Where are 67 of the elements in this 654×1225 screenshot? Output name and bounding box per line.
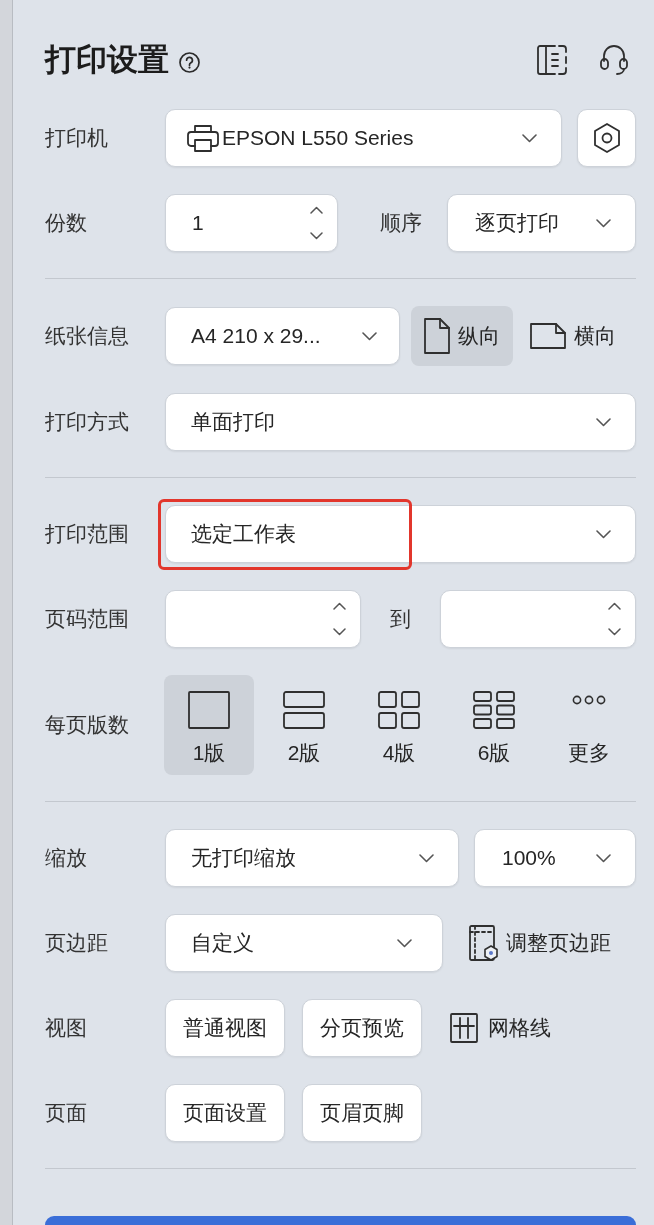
dropdown[interactable]: 100%: [474, 829, 636, 887]
chevron-down-icon: [397, 938, 412, 948]
dropdown[interactable]: 选定工作表: [165, 505, 636, 563]
chevron-down-icon: [362, 331, 377, 341]
landscape-page-icon: [530, 323, 566, 349]
grid-icon: [450, 1013, 478, 1043]
field-label: 页面: [45, 1100, 88, 1127]
more-dots-icon: [572, 695, 606, 705]
four-pages-icon: [378, 691, 420, 729]
chevron-up-icon[interactable]: [333, 602, 346, 610]
chevron-down-icon[interactable]: [333, 628, 346, 636]
pages-per-sheet-option[interactable]: 4版: [354, 675, 444, 775]
chevron-up-icon[interactable]: [608, 602, 621, 610]
chevron-down-icon: [596, 529, 611, 539]
chevron-down-icon: [596, 853, 611, 863]
single-page-icon: [188, 691, 230, 729]
field-label: 打印机: [45, 125, 109, 152]
number-field[interactable]: [165, 590, 361, 648]
dropdown[interactable]: 逐页打印: [447, 194, 636, 252]
pages-per-sheet-option[interactable]: 6版: [449, 675, 539, 775]
gridlines-button[interactable]: 网格线: [450, 1012, 551, 1044]
field-label: 视图: [45, 1015, 88, 1042]
chevron-down-icon[interactable]: [310, 232, 323, 240]
chevron-down-icon: [419, 853, 434, 863]
field-label: 打印范围: [45, 521, 130, 548]
page-margins-icon: [469, 925, 499, 961]
chevron-down-icon: [596, 218, 611, 228]
option-button[interactable]: 页眉页脚: [302, 1084, 422, 1142]
panel-title: 打印设置: [45, 40, 169, 79]
chevron-up-icon[interactable]: [310, 206, 323, 214]
field-label: 打印方式: [45, 409, 130, 436]
dropdown[interactable]: 单面打印: [165, 393, 636, 451]
orientation-button[interactable]: 横向: [517, 306, 629, 366]
panel-layout-icon[interactable]: [537, 45, 567, 75]
dropdown[interactable]: 自定义: [165, 914, 443, 972]
two-pages-icon: [283, 691, 325, 729]
option-button[interactable]: 分页预览: [302, 999, 422, 1057]
field-label: 页码范围: [45, 606, 130, 633]
dropdown[interactable]: A4 210 x 29...: [165, 307, 400, 365]
help-icon[interactable]: [179, 51, 200, 73]
field-label: 页边距: [45, 930, 109, 957]
headset-icon[interactable]: [600, 44, 628, 76]
six-pages-icon: [473, 691, 515, 729]
printer-settings-button[interactable]: [577, 109, 636, 167]
number-field[interactable]: [440, 590, 636, 648]
field-label: 每页版数: [45, 712, 130, 739]
pages-per-sheet-option[interactable]: 更多: [544, 675, 634, 775]
field-label: 纸张信息: [45, 323, 130, 350]
dropdown[interactable]: EPSON L550 Series: [165, 109, 562, 167]
number-field[interactable]: 1: [165, 194, 338, 252]
field-label: 到: [389, 606, 412, 633]
portrait-page-icon: [424, 318, 450, 354]
field-label: 缩放: [45, 845, 88, 872]
field-label: 份数: [45, 210, 88, 237]
orientation-button[interactable]: 纵向: [411, 306, 513, 366]
printer-icon: [187, 124, 219, 152]
pages-per-sheet-option[interactable]: 1版: [164, 675, 254, 775]
dropdown[interactable]: 无打印缩放: [165, 829, 459, 887]
option-button[interactable]: 普通视图: [165, 999, 285, 1057]
chevron-down-icon: [596, 417, 611, 427]
settings-icon: [592, 123, 621, 153]
chevron-down-icon: [522, 133, 537, 143]
chevron-down-icon[interactable]: [608, 628, 621, 636]
adjust-margins-button[interactable]: 调整页边距: [469, 925, 611, 961]
field-label: 顺序: [380, 210, 422, 237]
option-button[interactable]: 页面设置: [165, 1084, 285, 1142]
pages-per-sheet-option[interactable]: 2版: [259, 675, 349, 775]
